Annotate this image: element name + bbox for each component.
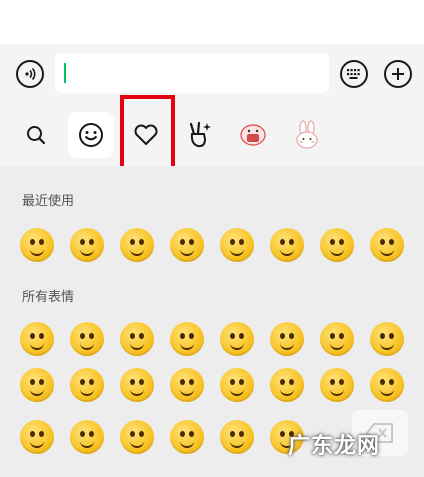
section-title-recent: 最近使用 [22,194,75,209]
emoji-crying-icon[interactable] [270,322,304,356]
voice-wave-icon [25,67,36,81]
more-functions-button[interactable] [384,60,412,88]
emoji-panel: 最近使用 所有表情 广东龙网 [0,166,424,477]
chat-top-area [0,0,424,44]
emoji-heart-eyes-icon[interactable] [120,322,154,356]
emoji-rofl-icon[interactable] [20,228,54,262]
emoji-yawn-icon[interactable] [220,228,254,262]
emoji-shush-icon[interactable] [370,322,404,356]
plus-icon [392,68,404,80]
tab-search[interactable] [13,112,59,158]
emoji-wink-peace-icon[interactable] [370,228,404,262]
emoji-sweat-red-icon[interactable] [120,368,154,402]
emoji-nervous-icon[interactable] [70,322,104,356]
watermark-text: 广东龙网 [288,434,381,459]
chat-input-bar [0,44,424,102]
sticker-rabbit-icon [296,120,318,149]
emoji-sad-icon[interactable] [370,368,404,402]
emoji-scream-icon[interactable] [70,420,104,454]
emoji-tongue-icon[interactable] [220,368,254,402]
emoji-facepalm-icon[interactable] [170,420,204,454]
emoji-cool-icon[interactable] [220,322,254,356]
emoji-dizzy-eyes-icon[interactable] [320,322,354,356]
emoji-smile-icon[interactable] [20,322,54,356]
tab-gestures[interactable] [176,112,222,158]
emoji-broken-face-icon[interactable] [170,228,204,262]
voice-input-button[interactable] [16,60,44,88]
emoji-worried-icon[interactable] [20,420,54,454]
section-title-all: 所有表情 [22,290,75,305]
tab-sticker-pack-rabbit[interactable] [284,112,330,158]
emoji-joy-icon[interactable] [70,228,104,262]
emoji-category-tabs [0,95,424,170]
emoji-sleepy-icon[interactable] [20,368,54,402]
keyboard-icon [347,69,360,79]
emoji-smile-icon[interactable] [320,228,354,262]
search-icon [27,126,46,145]
emoji-ok-hand-icon[interactable] [120,228,154,262]
recent-emoji-row [0,226,424,266]
highlight-annotation-box [120,95,175,170]
victory-hand-sparkle-icon [189,121,211,148]
emoji-smile-icon[interactable] [220,420,254,454]
emoji-angry-icon[interactable] [170,368,204,402]
emoji-thinking-icon[interactable] [320,368,354,402]
tab-emoji[interactable] [68,112,114,158]
emoji-dizzy-icon[interactable] [120,420,154,454]
message-text-input[interactable] [55,53,329,93]
emoji-shocked-icon[interactable] [170,322,204,356]
keyboard-switch-button[interactable] [340,60,368,88]
tab-sticker-pack-cat[interactable] [230,112,276,158]
smiley-face-icon [79,123,103,147]
sticker-cat-icon [240,124,266,146]
emoji-frown-sweat-icon[interactable] [70,368,104,402]
emoji-thumbs-up-icon[interactable] [270,228,304,262]
text-caret [64,63,66,83]
emoji-grin-icon[interactable] [270,368,304,402]
